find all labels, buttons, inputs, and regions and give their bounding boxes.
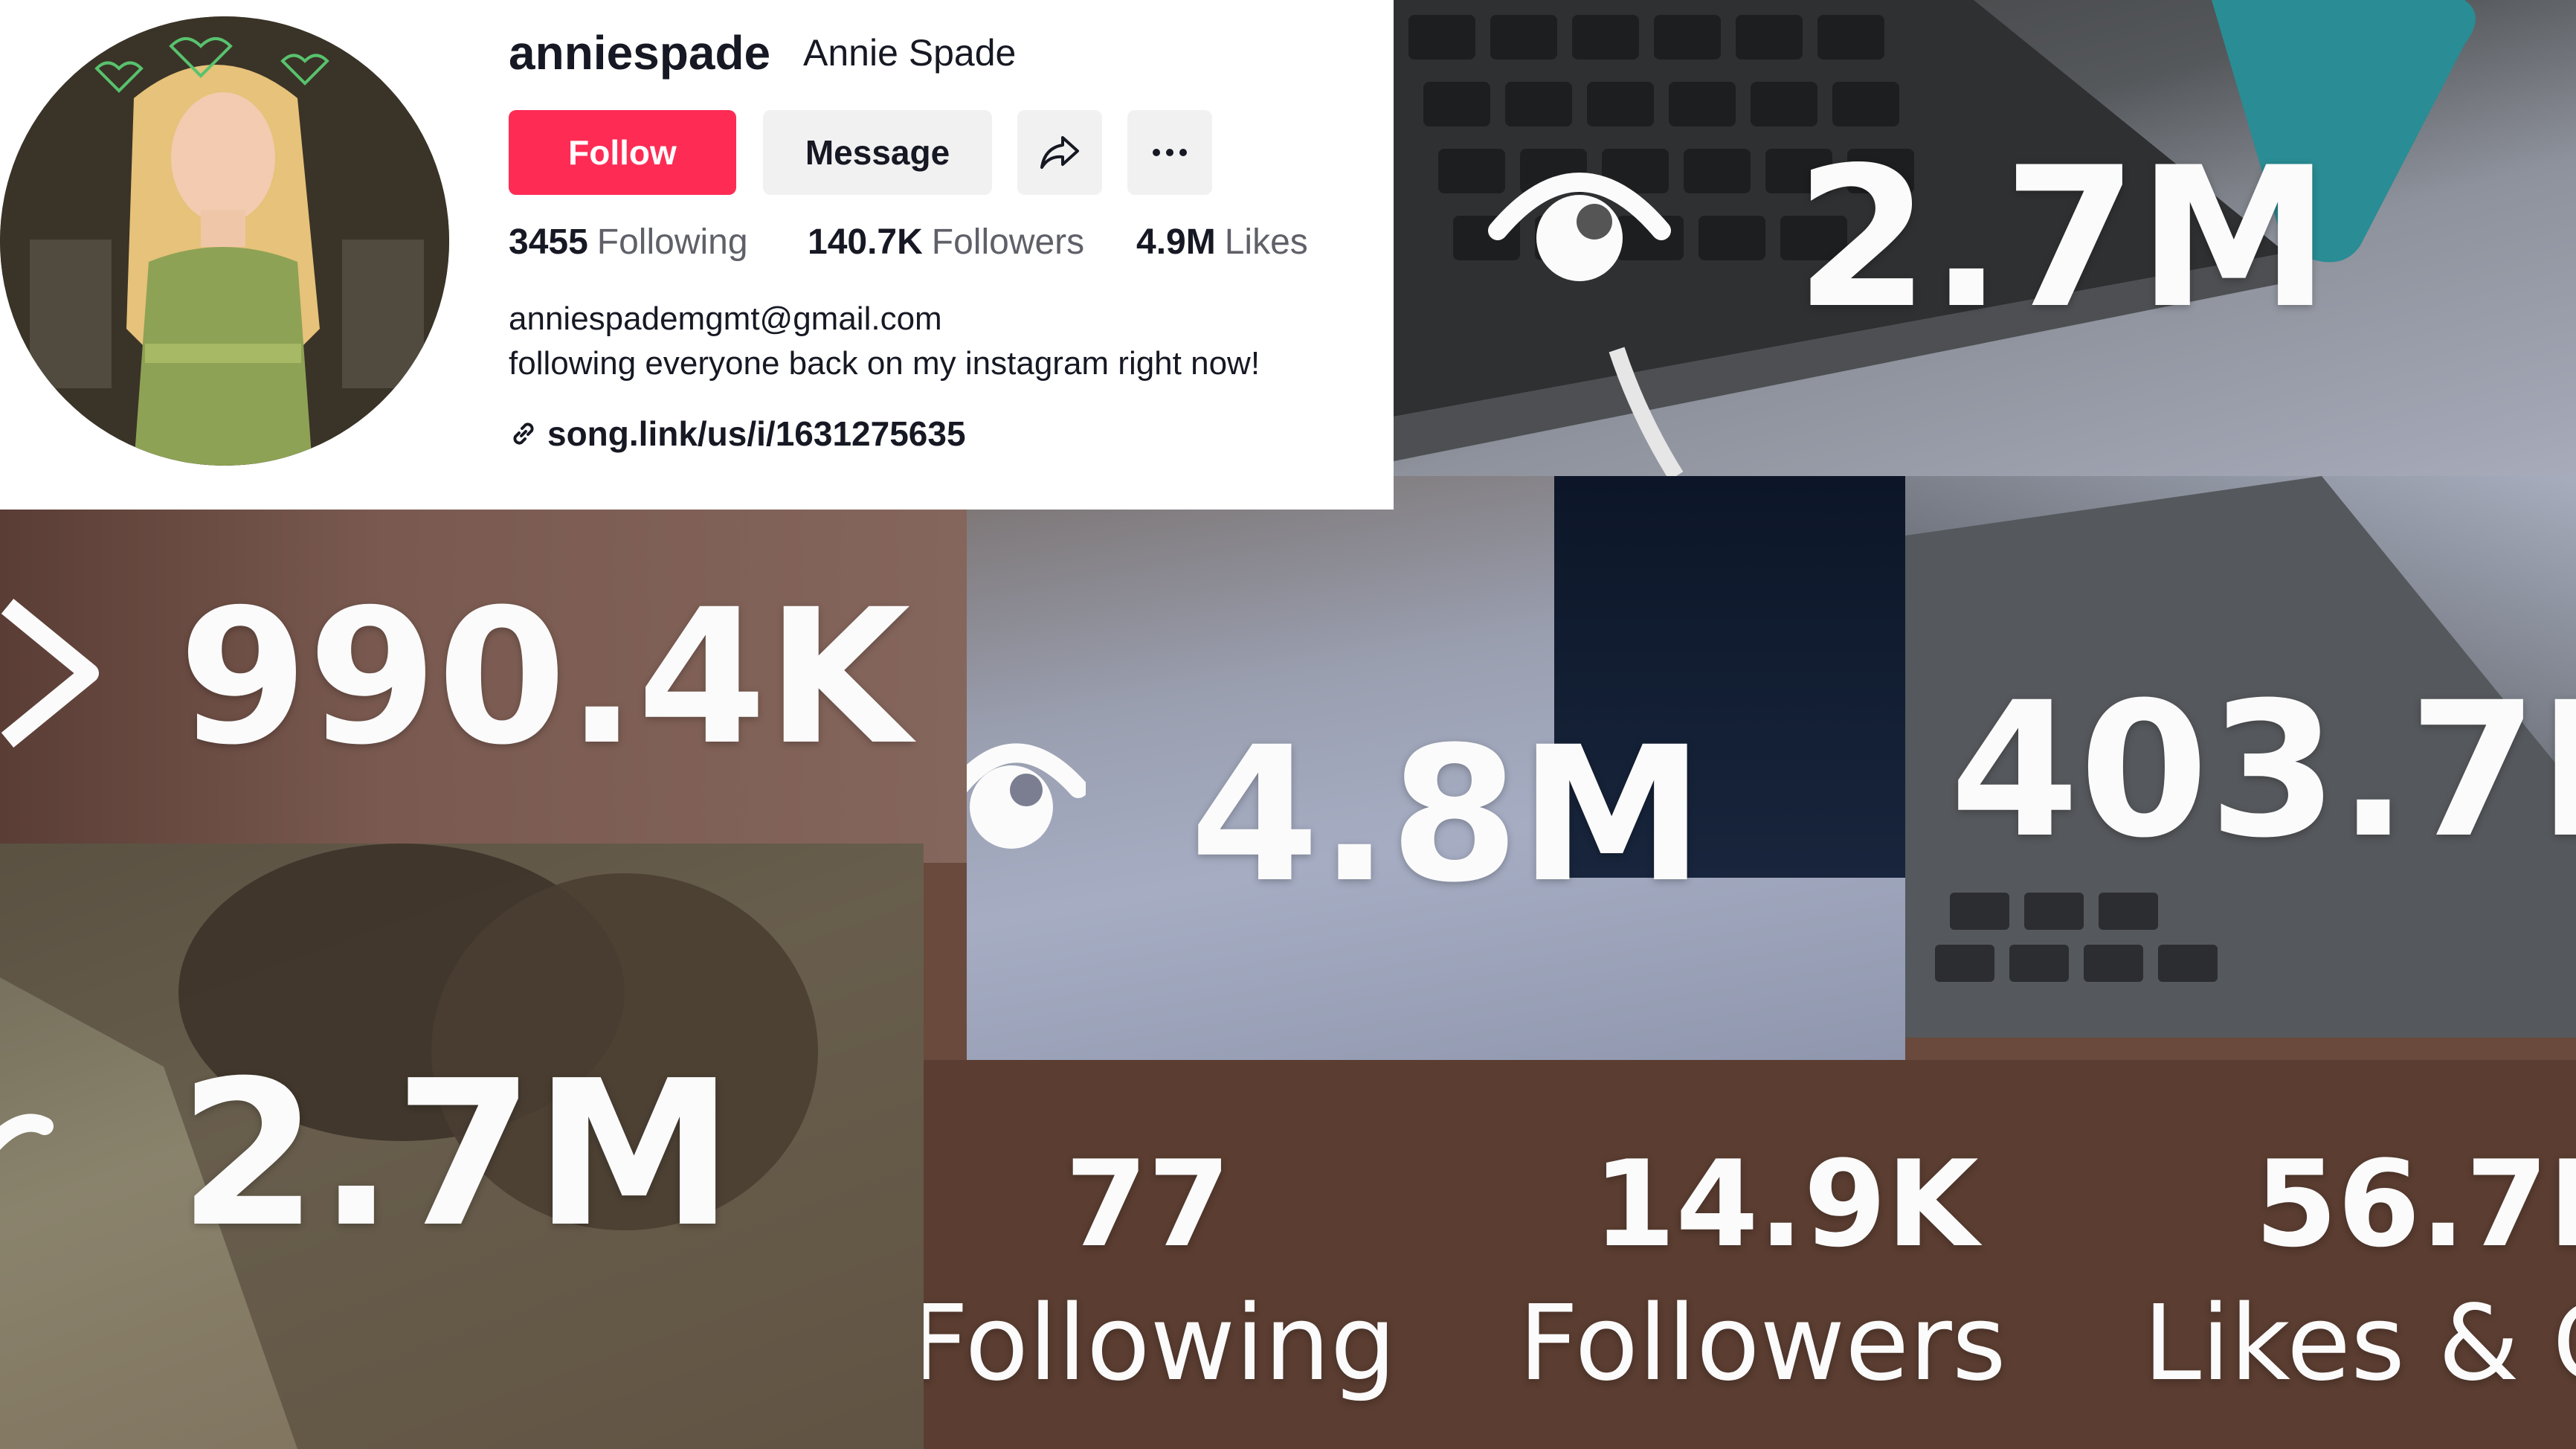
view-count-panel-403k: 403.7K: [1905, 476, 2576, 1038]
avatar-portrait: [0, 16, 449, 466]
profile-link-text[interactable]: song.link/us/i/1631275635: [547, 414, 966, 454]
followers-count: 140.7K: [808, 222, 923, 262]
view-count: 4.8M: [1190, 707, 1704, 923]
link-icon: [513, 423, 534, 445]
username: anniespade: [509, 26, 771, 80]
followers-label: Followers: [931, 222, 1085, 262]
following-count: 77: [1065, 1134, 1231, 1273]
bio-email: anniespademgmt@gmail.com: [509, 301, 942, 337]
following-count: 3455: [509, 222, 588, 262]
more-options-button[interactable]: [1127, 110, 1212, 195]
followers-label: Followers: [1519, 1283, 2006, 1404]
following-label: Following: [596, 222, 748, 262]
likes-count: 4.9M: [1136, 222, 1216, 262]
eye-icon: [0, 1114, 54, 1151]
stats-band: 77 Following 14.9K Followers 56.7K Likes…: [924, 1060, 2576, 1449]
likes-stat: 4.9M Likes: [1136, 222, 1308, 263]
share-icon: [1040, 136, 1079, 169]
view-count: 990.4K: [178, 569, 911, 785]
view-count-panel-990k: 990.4K: [0, 510, 967, 863]
view-count: 2.7M: [178, 1037, 734, 1271]
profile-card: anniespade Annie Spade Follow Message 34…: [0, 0, 1394, 510]
play-icon: [1, 598, 99, 748]
following-stat[interactable]: 3455 Following: [509, 222, 748, 263]
following-label: Following: [924, 1283, 1397, 1404]
likes-label: Likes & C: [2143, 1283, 2576, 1404]
nickname: Annie Spade: [803, 32, 1017, 74]
followers-stat[interactable]: 140.7K Followers: [808, 222, 1084, 263]
followers-count: 14.9K: [1593, 1134, 1979, 1273]
avatar[interactable]: [0, 16, 449, 466]
laptop-photo-top: 2.7M: [1394, 0, 2576, 476]
bio-text: following everyone back on my instagram …: [509, 345, 1260, 382]
eye-icon: [1488, 173, 1671, 281]
follow-button[interactable]: Follow: [509, 110, 736, 195]
eye-icon: [967, 743, 1086, 849]
view-count: 2.7M: [1795, 126, 2331, 351]
message-button[interactable]: Message: [763, 110, 992, 195]
more-icon: [1153, 149, 1187, 156]
profile-link[interactable]: song.link/us/i/1631275635: [509, 414, 966, 454]
view-count-panel-2-7m-bottom: 2.7M: [0, 844, 924, 1449]
likes-count: 56.7K: [2255, 1134, 2576, 1273]
view-count-panel-4-8m: 4.8M: [967, 476, 1905, 1060]
view-count: 403.7K: [1950, 662, 2576, 878]
share-button[interactable]: [1017, 110, 1102, 195]
likes-label: Likes: [1224, 222, 1308, 262]
